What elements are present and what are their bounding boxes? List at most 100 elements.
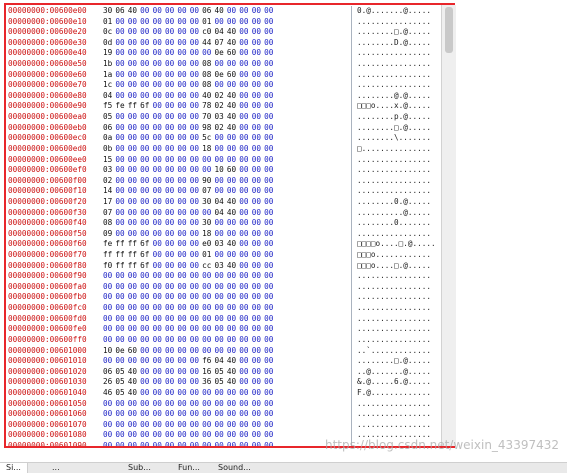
hex-byte[interactable]: 08 xyxy=(202,80,214,91)
hex-byte[interactable]: 00 xyxy=(153,176,165,187)
hex-byte[interactable]: 00 xyxy=(239,59,251,70)
hex-byte[interactable]: 00 xyxy=(190,59,202,70)
hex-byte[interactable]: 00 xyxy=(264,197,276,208)
hex-byte[interactable]: 00 xyxy=(153,91,165,102)
hex-byte[interactable]: 02 xyxy=(215,91,227,102)
hex-byte[interactable]: 08 xyxy=(103,218,115,229)
hex-byte[interactable]: 00 xyxy=(153,261,165,272)
hex-byte[interactable]: 00 xyxy=(264,335,276,346)
hex-byte[interactable]: 00 xyxy=(115,70,127,81)
hex-byte[interactable]: 00 xyxy=(177,165,189,176)
hex-byte[interactable]: 00 xyxy=(215,335,227,346)
hex-byte[interactable]: 98 xyxy=(202,123,214,134)
hex-byte[interactable]: 00 xyxy=(239,48,251,59)
hex-byte[interactable]: 00 xyxy=(190,367,202,378)
hex-byte[interactable]: 40 xyxy=(227,356,239,367)
hex-byte[interactable]: 00 xyxy=(202,441,214,446)
hex-byte[interactable]: 00 xyxy=(215,314,227,325)
hex-byte[interactable]: 00 xyxy=(177,218,189,229)
hex-byte[interactable]: 00 xyxy=(190,17,202,28)
hex-byte[interactable]: 00 xyxy=(252,112,264,123)
hex-byte[interactable]: 00 xyxy=(128,420,140,431)
hex-byte[interactable]: 00 xyxy=(190,101,202,112)
hex-byte[interactable]: 00 xyxy=(227,303,239,314)
hex-byte[interactable]: 00 xyxy=(239,70,251,81)
hex-byte[interactable]: 00 xyxy=(215,282,227,293)
hex-byte[interactable]: 00 xyxy=(252,197,264,208)
hex-byte[interactable]: 00 xyxy=(128,123,140,134)
hex-byte[interactable]: 00 xyxy=(177,176,189,187)
hex-byte[interactable]: 00 xyxy=(115,335,127,346)
hex-byte[interactable]: 40 xyxy=(227,367,239,378)
hex-byte[interactable]: 00 xyxy=(227,80,239,91)
hex-byte[interactable]: 00 xyxy=(264,388,276,399)
hex-byte[interactable]: 00 xyxy=(140,59,152,70)
hex-byte[interactable]: 00 xyxy=(140,346,152,357)
hex-byte[interactable]: 90 xyxy=(202,176,214,187)
hex-byte[interactable]: 00 xyxy=(165,282,177,293)
hex-byte[interactable]: 00 xyxy=(153,335,165,346)
hex-byte[interactable]: 00 xyxy=(239,377,251,388)
hex-byte[interactable]: 00 xyxy=(227,292,239,303)
hex-byte[interactable]: 44 xyxy=(202,38,214,49)
hex-byte[interactable]: 00 xyxy=(165,176,177,187)
hex-byte[interactable]: 00 xyxy=(140,399,152,410)
hex-byte[interactable]: 00 xyxy=(128,292,140,303)
hex-byte[interactable]: 00 xyxy=(153,186,165,197)
hex-byte[interactable]: 00 xyxy=(140,144,152,155)
hex-byte[interactable]: 00 xyxy=(215,409,227,420)
hex-byte[interactable]: 00 xyxy=(227,314,239,325)
hex-byte[interactable]: 00 xyxy=(177,27,189,38)
hex-byte[interactable]: 15 xyxy=(103,155,115,166)
hex-byte[interactable]: 00 xyxy=(165,155,177,166)
hex-byte[interactable]: 00 xyxy=(177,70,189,81)
hex-byte[interactable]: 00 xyxy=(140,27,152,38)
hex-byte[interactable]: ff xyxy=(103,250,115,261)
hex-byte[interactable]: f0 xyxy=(103,261,115,272)
hex-byte[interactable]: 40 xyxy=(227,377,239,388)
hex-byte[interactable]: 6f xyxy=(140,261,152,272)
hex-byte[interactable]: 70 xyxy=(202,112,214,123)
hex-byte[interactable]: 00 xyxy=(202,409,214,420)
hex-byte[interactable]: 00 xyxy=(165,346,177,357)
hex-byte[interactable]: 00 xyxy=(227,441,239,446)
hex-byte[interactable]: 00 xyxy=(140,133,152,144)
hex-byte[interactable]: 00 xyxy=(190,123,202,134)
hex-byte[interactable]: 00 xyxy=(165,70,177,81)
hex-byte[interactable]: 00 xyxy=(215,229,227,240)
hex-byte[interactable]: 40 xyxy=(227,101,239,112)
hex-byte[interactable]: 00 xyxy=(239,346,251,357)
hex-byte[interactable]: 1a xyxy=(103,70,115,81)
hex-byte[interactable]: 07 xyxy=(202,186,214,197)
hex-byte[interactable]: 00 xyxy=(128,27,140,38)
hex-byte[interactable]: 00 xyxy=(103,282,115,293)
hex-byte[interactable]: 00 xyxy=(153,346,165,357)
hex-byte[interactable]: 00 xyxy=(165,218,177,229)
hex-byte[interactable]: 00 xyxy=(115,420,127,431)
hex-byte[interactable]: 00 xyxy=(177,335,189,346)
hex-byte[interactable]: 00 xyxy=(264,186,276,197)
hex-byte[interactable]: 00 xyxy=(177,91,189,102)
hex-byte[interactable]: 00 xyxy=(140,292,152,303)
hex-byte[interactable]: 00 xyxy=(190,409,202,420)
hex-byte[interactable]: 00 xyxy=(115,271,127,282)
hex-byte[interactable]: 00 xyxy=(239,292,251,303)
hex-byte[interactable]: 00 xyxy=(177,324,189,335)
hex-byte[interactable]: 00 xyxy=(177,261,189,272)
hex-byte[interactable]: 00 xyxy=(140,6,152,17)
hex-byte[interactable]: 00 xyxy=(128,271,140,282)
hex-byte[interactable]: 00 xyxy=(190,346,202,357)
hex-byte[interactable]: 00 xyxy=(239,218,251,229)
hex-byte[interactable]: 00 xyxy=(190,430,202,441)
hex-byte[interactable]: 00 xyxy=(190,38,202,49)
hex-byte[interactable]: 00 xyxy=(128,133,140,144)
hex-byte[interactable]: 00 xyxy=(264,59,276,70)
hex-byte[interactable]: 00 xyxy=(227,324,239,335)
hex-byte[interactable]: 00 xyxy=(215,292,227,303)
hex-byte[interactable]: 05 xyxy=(215,367,227,378)
hex-byte[interactable]: 26 xyxy=(103,377,115,388)
hex-byte[interactable]: 00 xyxy=(264,91,276,102)
hex-byte[interactable]: 0a xyxy=(103,133,115,144)
hex-byte[interactable]: 14 xyxy=(103,186,115,197)
hex-byte[interactable]: 00 xyxy=(140,112,152,123)
